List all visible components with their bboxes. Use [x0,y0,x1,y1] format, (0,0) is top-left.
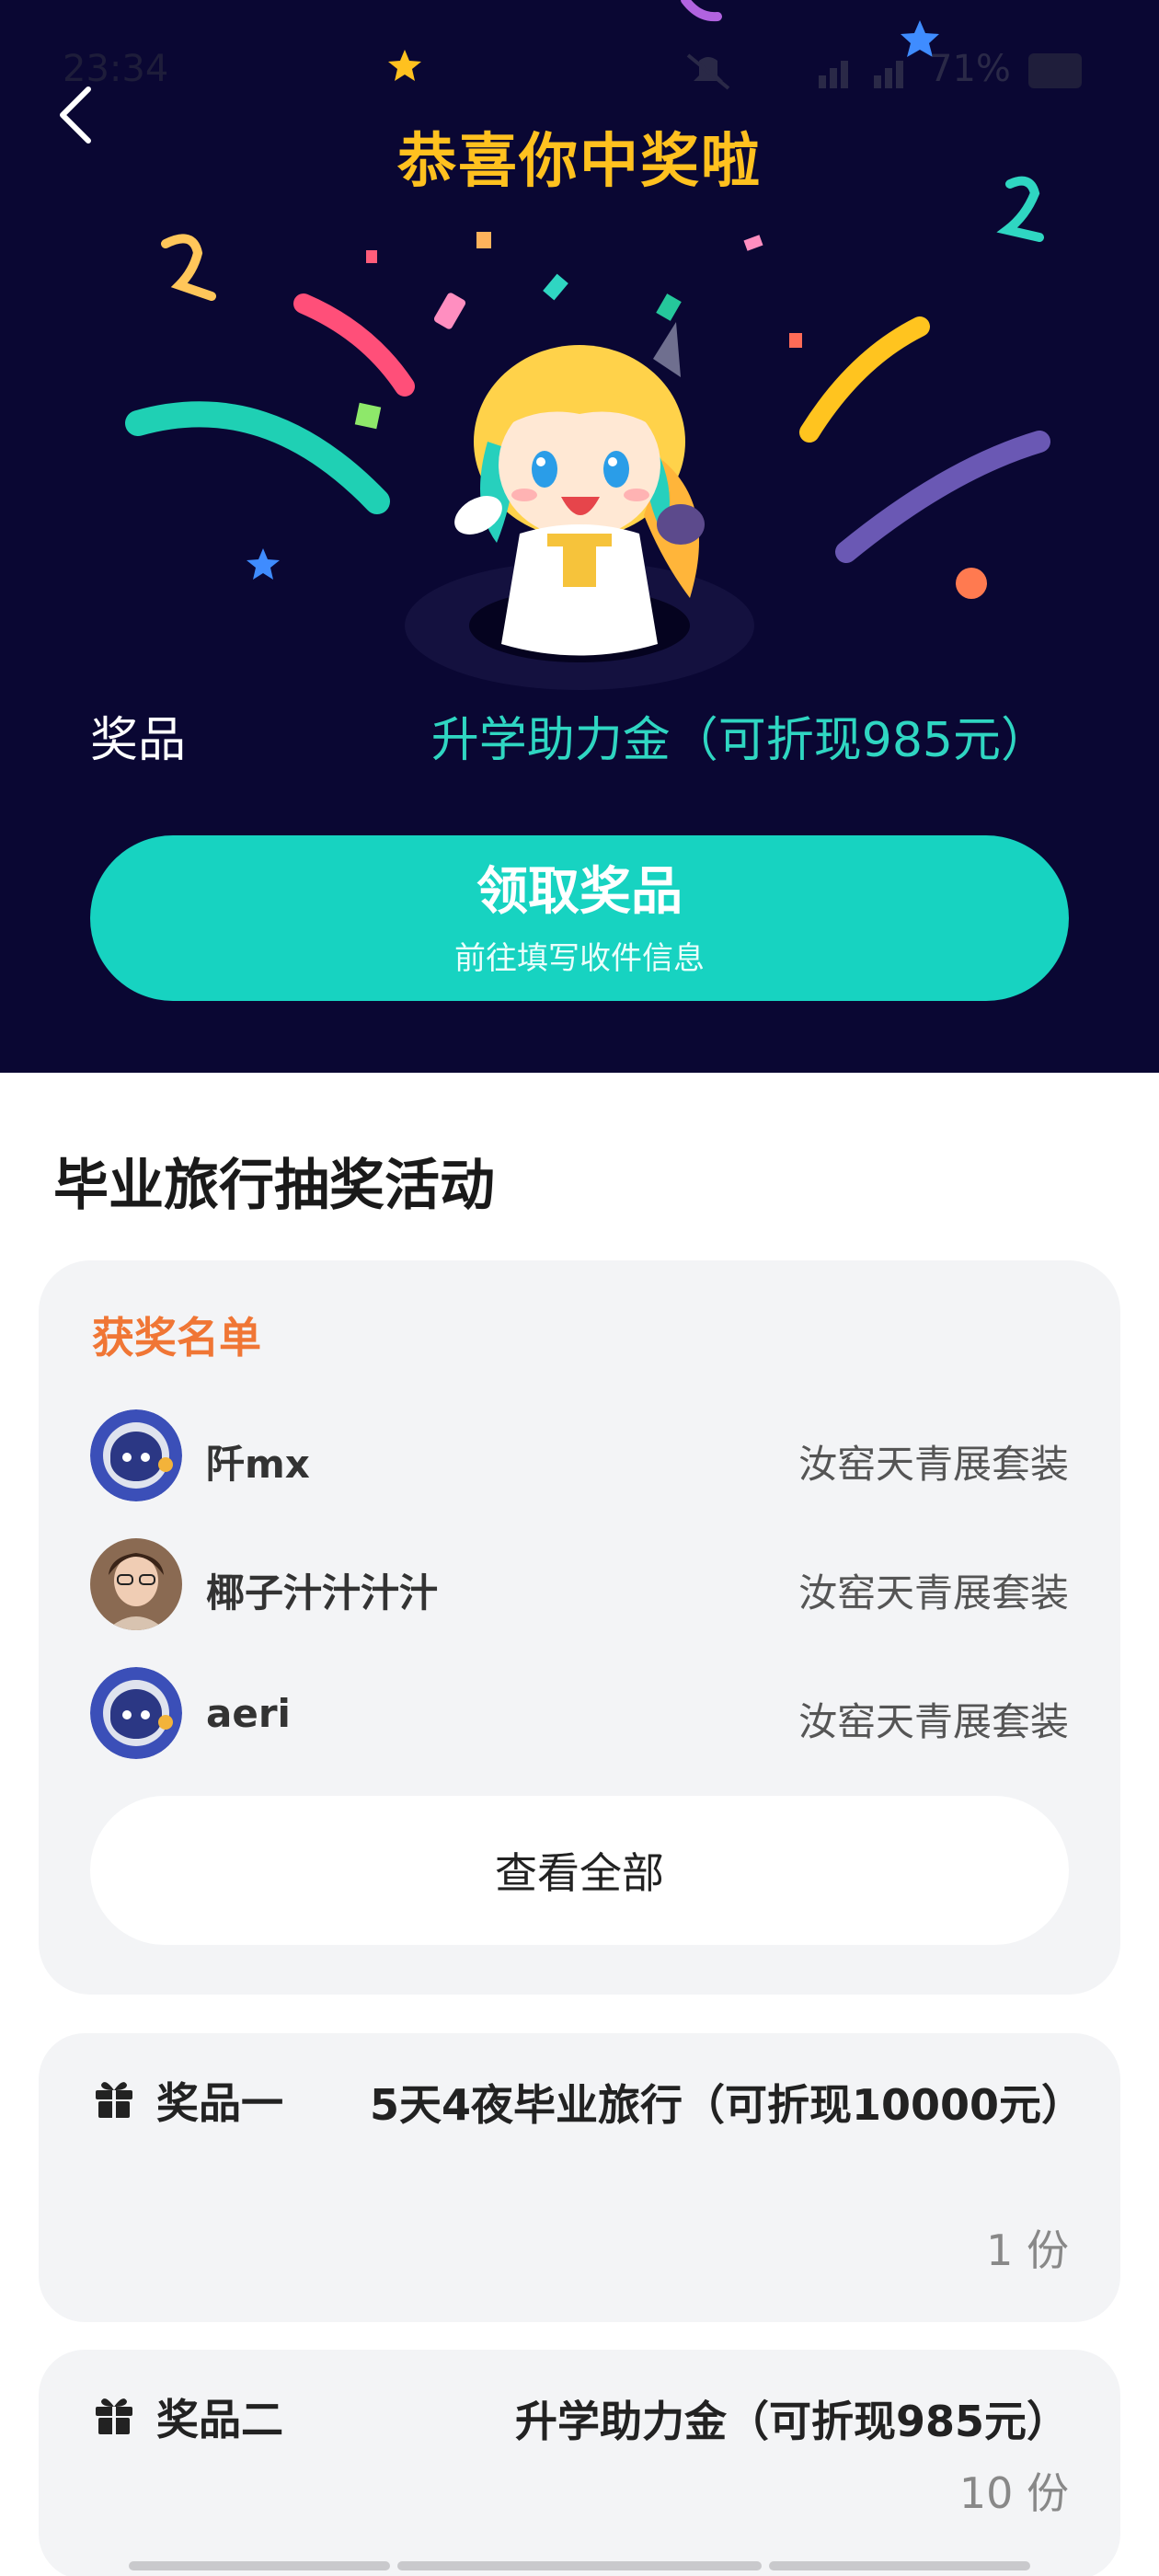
prize-card-1: 奖品一 5天4夜毕业旅行（可折现10000元） 1 份 [39,2033,1120,2322]
winner-award: 汝窑天青展套装 [798,1699,1069,1744]
winner-row: aeri 汝窑天青展套装 [90,1667,1069,1759]
avatar [90,1538,182,1630]
gift-icon [96,2082,132,2118]
prize-count: 10 份 [958,2468,1069,2518]
winners-heading: 获奖名单 [92,1313,261,1363]
prize-card-2: 奖品二 升学助力金（可折现985元） 10 份 [39,2350,1120,2576]
prize-description: 5天4夜毕业旅行（可折现10000元） [370,2080,1084,2130]
mascot-illustration [454,322,705,656]
battery-icon [1028,53,1082,88]
prize-name: 奖品二 [156,2395,283,2444]
prize-hero: 23:34 71% 恭喜你中奖啦 奖品 升学助力金（可折现985元） 领取奖品 … [0,0,1159,1073]
app-root: 23:34 71% 恭喜你中奖啦 奖品 升学助力金（可折现985元） 领取奖品 … [0,0,1159,2576]
winner-row: 阡mx 汝窑天青展套装 [90,1409,1069,1501]
view-all-button[interactable]: 查看全部 [90,1796,1069,1945]
claim-prize-label: 领取奖品 [476,861,683,920]
status-bar: 23:34 71% [0,37,1159,101]
prize-label: 奖品 [90,713,187,768]
avatar [90,1409,182,1501]
prize-value: 升学助力金（可折现985元） [430,713,1049,768]
winner-name: 椰子汁汁汁汁 [206,1570,439,1616]
prize-name: 奖品一 [156,2078,283,2128]
winner-name: 阡mx [206,1442,310,1487]
gift-icon [96,2398,132,2434]
avatar [90,1667,182,1759]
activity-title: 毕业旅行抽奖活动 [53,1154,495,1218]
status-battery-level: 71% [929,48,1011,90]
winner-name: aeri [206,1691,291,1736]
winner-row: 椰子汁汁汁汁 汝窑天青展套装 [90,1538,1069,1630]
claim-prize-button[interactable]: 领取奖品 前往填写收件信息 [90,835,1069,1001]
claim-prize-sublabel: 前往填写收件信息 [454,940,705,976]
signal-icon [686,53,903,90]
prize-description: 升学助力金（可折现985元） [514,2397,1069,2446]
winners-card: 获奖名单 阡mx 汝窑天青展套装 椰子汁汁汁汁 汝窑天青展套装 aeri 汝窑天… [39,1260,1120,1995]
winner-award: 汝窑天青展套装 [798,1570,1069,1616]
page-title: 恭喜你中奖啦 [397,128,762,196]
winner-award: 汝窑天青展套装 [798,1442,1069,1487]
scroll-indicator [129,2561,1030,2570]
prize-count: 1 份 [986,2225,1069,2275]
won-prize-row: 奖品 升学助力金（可折现985元） [0,688,1159,768]
